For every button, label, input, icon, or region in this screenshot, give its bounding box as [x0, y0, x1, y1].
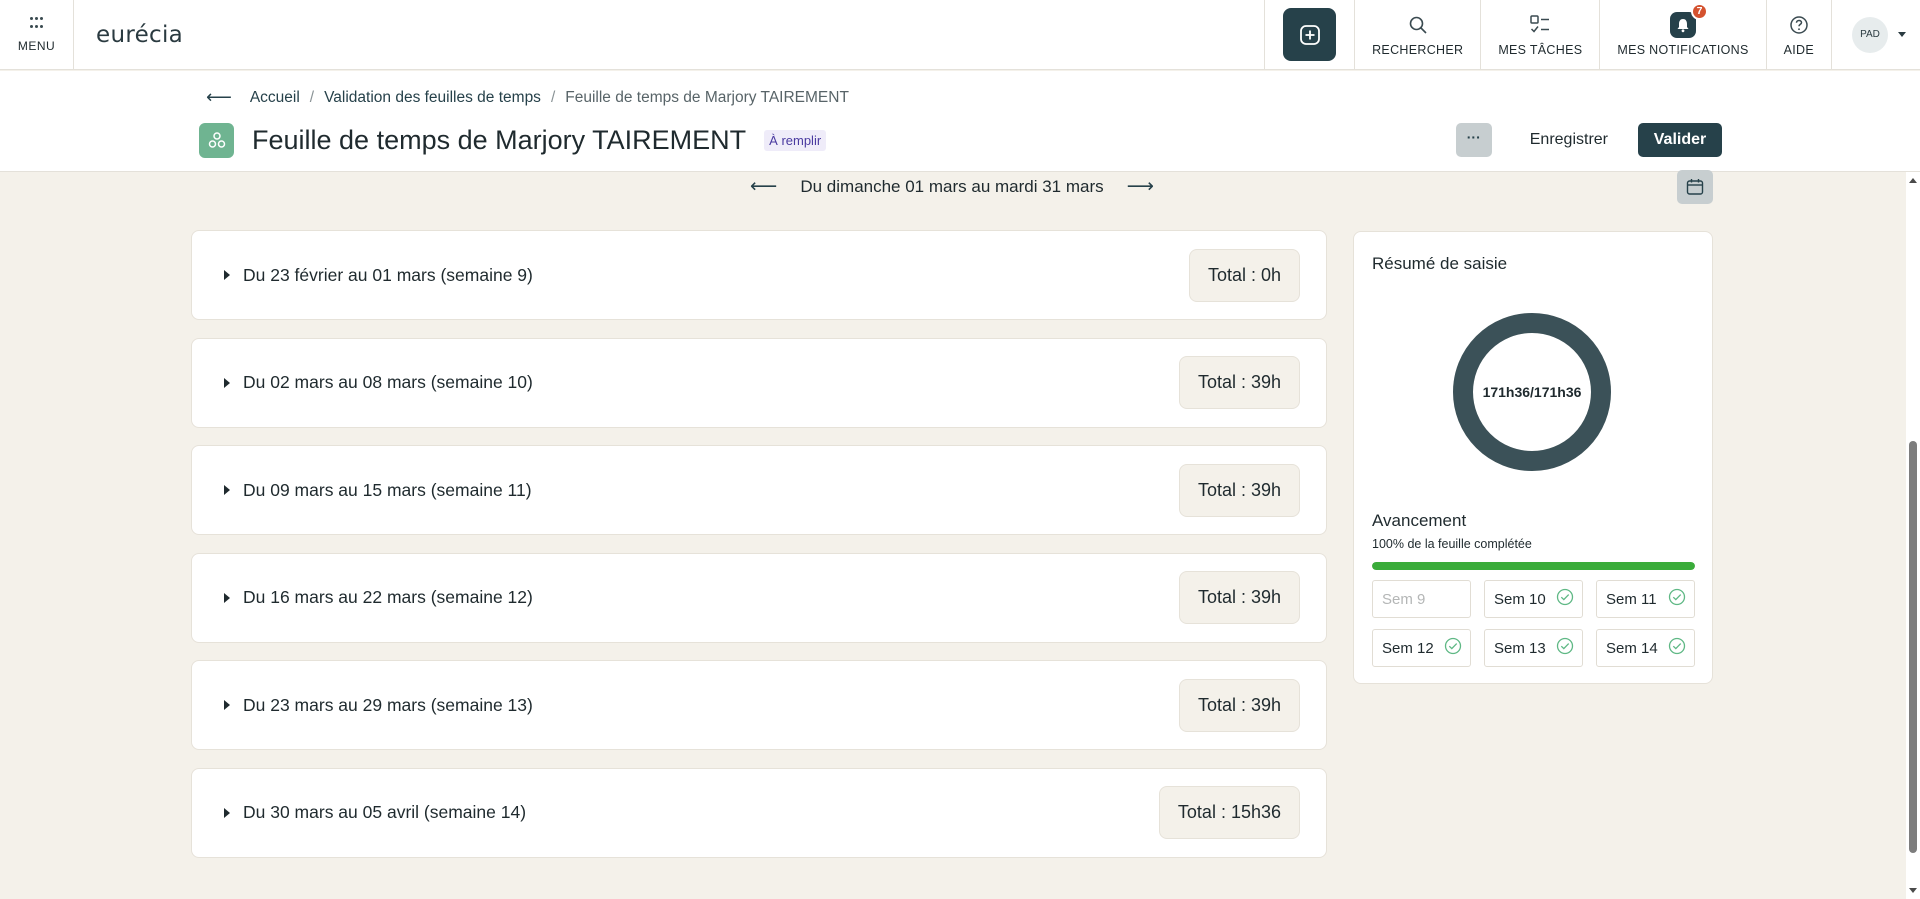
calendar-icon [1686, 179, 1704, 195]
validate-button[interactable]: Valider [1638, 123, 1722, 157]
tasks-label: MES TÂCHES [1498, 42, 1583, 57]
week-total: Total : 15h36 [1158, 786, 1300, 839]
week-row[interactable]: Du 16 mars au 22 mars (semaine 12) Total… [191, 552, 1327, 643]
week-label: Du 30 mars au 05 avril (semaine 14) [243, 802, 527, 822]
check-circle-icon [1556, 637, 1574, 655]
previous-period-arrow-icon[interactable]: ⟵ [750, 175, 777, 198]
progress-text: 100% de la feuille complétée [1372, 537, 1532, 551]
breadcrumb-current: Feuille de temps de Marjory TAIREMENT [565, 88, 849, 106]
expand-arrow-icon [224, 700, 230, 710]
week-label: Du 23 février au 01 mars (semaine 9) [243, 264, 533, 285]
grid-icon [29, 16, 44, 31]
search-button[interactable]: RECHERCHER [1355, 0, 1482, 69]
menu-label: MENU [17, 38, 56, 53]
week-chip-label: Sem 10 [1494, 590, 1546, 608]
scroll-up-arrow-icon[interactable] [1909, 178, 1917, 183]
scrollbar-thumb[interactable] [1909, 441, 1917, 853]
donut-label: 171h36/171h36 [1482, 384, 1582, 400]
period-navigator: ⟵ Du dimanche 01 mars au mardi 31 mars ⟶ [750, 175, 1154, 198]
tasks-button[interactable]: MES TÂCHES [1481, 0, 1601, 69]
timesheet-app-icon [199, 123, 234, 158]
summary-card: Résumé de saisie 171h36/171h36 Avancemen… [1353, 231, 1713, 684]
next-period-arrow-icon[interactable]: ⟶ [1127, 175, 1154, 198]
week-label: Du 02 mars au 08 mars (semaine 10) [243, 372, 533, 392]
expand-arrow-icon [224, 270, 230, 280]
breadcrumb-separator: / [550, 88, 556, 106]
scroll-down-arrow-icon[interactable] [1909, 888, 1917, 893]
breadcrumb-home[interactable]: Accueil [250, 89, 300, 107]
week-total: Total : 39h [1178, 571, 1300, 624]
week-chip[interactable]: Sem 11 [1596, 580, 1695, 618]
week-row[interactable]: Du 30 mars au 05 avril (semaine 14) Tota… [191, 767, 1327, 858]
page-header: ⟵ Accueil / Validation des feuilles de t… [0, 71, 1920, 172]
week-chips: Sem 9 Sem 10 Sem 11 Sem 12 Sem 13 Sem 14 [1372, 580, 1696, 667]
week-chip[interactable]: Sem 13 [1484, 629, 1583, 667]
period-label: Du dimanche 01 mars au mardi 31 mars [800, 176, 1104, 196]
check-circle-icon [1668, 588, 1686, 606]
progress-bar [1372, 562, 1695, 570]
save-button[interactable]: Enregistrer [1512, 123, 1626, 157]
calendar-button[interactable] [1677, 170, 1713, 204]
week-row[interactable]: Du 23 février au 01 mars (semaine 9) Tot… [191, 230, 1327, 320]
week-chip-label: Sem 14 [1606, 639, 1658, 657]
search-label: RECHERCHER [1372, 42, 1464, 57]
notifications-button[interactable]: 7 MES NOTIFICATIONS [1600, 0, 1767, 69]
page-title: Feuille de temps de Marjory TAIREMENT [252, 125, 747, 155]
week-chip-label: Sem 12 [1382, 639, 1434, 657]
app-logo[interactable]: eurécia [74, 0, 183, 69]
week-chip[interactable]: Sem 9 [1372, 580, 1471, 618]
breadcrumb-validation[interactable]: Validation des feuilles de temps [324, 89, 541, 107]
progress-bar-fill [1372, 562, 1695, 570]
search-icon [1409, 16, 1427, 34]
help-label: AIDE [1783, 42, 1814, 57]
week-row[interactable]: Du 02 mars au 08 mars (semaine 10) Total… [191, 337, 1327, 428]
check-circle-icon [1556, 588, 1574, 606]
expand-arrow-icon [224, 592, 230, 603]
status-badge: À remplir [764, 130, 827, 151]
week-chip-label: Sem 13 [1494, 639, 1546, 657]
week-chip-label: Sem 11 [1606, 590, 1657, 608]
weeks-list: Du 23 février au 01 mars (semaine 9) Tot… [191, 230, 1327, 875]
more-options-button[interactable]: ··· [1455, 123, 1492, 157]
summary-title: Résumé de saisie [1372, 254, 1508, 273]
back-arrow-icon[interactable]: ⟵ [206, 87, 232, 108]
bell-icon [1677, 18, 1689, 32]
week-chip[interactable]: Sem 10 [1484, 580, 1583, 618]
expand-arrow-icon [224, 485, 230, 495]
week-row[interactable]: Du 23 mars au 29 mars (semaine 13) Total… [191, 660, 1327, 750]
avatar: PAD [1852, 16, 1888, 53]
week-chip[interactable]: Sem 14 [1596, 629, 1695, 667]
check-circle-icon [1668, 637, 1686, 655]
menu-button[interactable]: MENU [0, 0, 74, 69]
progress-title: Avancement [1372, 511, 1467, 530]
user-menu[interactable]: PAD [1832, 0, 1920, 69]
week-label: Du 09 mars au 15 mars (semaine 11) [243, 479, 532, 500]
expand-arrow-icon [224, 807, 230, 818]
week-label: Du 23 mars au 29 mars (semaine 13) [243, 694, 533, 715]
week-total: Total : 0h [1188, 248, 1300, 302]
expand-arrow-icon [224, 377, 230, 388]
help-icon [1790, 15, 1808, 34]
week-row[interactable]: Du 09 mars au 15 mars (semaine 11) Total… [191, 445, 1327, 535]
chevron-down-icon [1898, 32, 1906, 37]
week-chip[interactable]: Sem 12 [1372, 629, 1471, 667]
week-total: Total : 39h [1178, 356, 1300, 409]
week-chip-label: Sem 9 [1382, 590, 1426, 608]
breadcrumb: ⟵ Accueil / Validation des feuilles de t… [206, 87, 849, 108]
tasks-icon [1530, 14, 1550, 33]
check-circle-icon [1444, 637, 1462, 655]
notification-count-badge: 7 [1690, 2, 1708, 20]
week-total: Total : 39h [1178, 678, 1300, 732]
top-bar: MENU eurécia RECHERCHER MES TÂCHES 7 MES… [0, 0, 1920, 70]
week-total: Total : 39h [1178, 463, 1300, 517]
plus-square-icon [1299, 24, 1320, 45]
notifications-label: MES NOTIFICATIONS [1617, 42, 1749, 57]
breadcrumb-separator: / [309, 88, 315, 106]
help-button[interactable]: AIDE [1767, 0, 1832, 69]
week-label: Du 16 mars au 22 mars (semaine 12) [243, 587, 533, 607]
add-button[interactable] [1283, 8, 1337, 61]
